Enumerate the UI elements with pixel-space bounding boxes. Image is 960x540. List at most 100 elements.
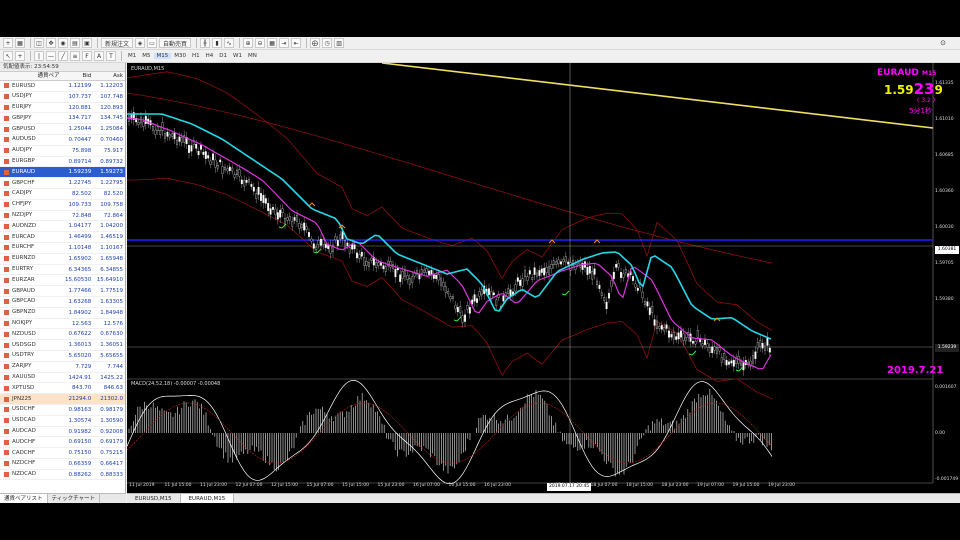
trendline-icon[interactable]: ╱	[58, 51, 68, 61]
market-watch-row[interactable]: USDTRY 5.65020 5.65655	[0, 351, 125, 362]
text-icon[interactable]: A	[94, 51, 104, 61]
market-watch-row[interactable]: GBPAUD 1.77466 1.77519	[0, 286, 125, 297]
new-order-button[interactable]: 新規注文	[101, 38, 134, 48]
bar-chart-icon[interactable]: ╫	[200, 38, 211, 48]
timeframe-d1[interactable]: D1	[216, 53, 230, 59]
market-watch-row[interactable]: EURGBP 0.89714 0.89732	[0, 157, 125, 168]
market-watch-row[interactable]: CADCHF 0.75150 0.75215	[0, 448, 125, 459]
candle-body	[190, 145, 193, 152]
tab-tick-chart[interactable]: ティックチャート	[48, 494, 101, 503]
periods-icon[interactable]: ◷	[322, 38, 333, 48]
candle-body	[166, 131, 169, 137]
bid-header[interactable]: Bid	[62, 72, 94, 80]
tab-euraud-m15[interactable]: EURAUD,M15	[180, 494, 235, 503]
profiles-icon[interactable]: ▦	[15, 38, 25, 48]
market-watch-row[interactable]: USDCAD 1.30574 1.30590	[0, 416, 125, 427]
zoom-in-icon[interactable]: ⊕	[243, 38, 254, 48]
market-watch-icon[interactable]: ◫	[34, 38, 44, 48]
chart-window[interactable]: EURAUD,M15 MACD(24,52,18) -0.00007 -0.00…	[127, 63, 960, 493]
market-watch-row[interactable]: GBPNZD 1.84902 1.84948	[0, 308, 125, 319]
timeframe-w1[interactable]: W1	[230, 53, 245, 59]
timeframe-m15[interactable]: M15	[153, 53, 172, 59]
candle-body	[624, 269, 627, 273]
market-watch-row[interactable]: XPTUSD 843.70 846.63	[0, 383, 125, 395]
market-watch-row[interactable]: NOKJPY 12.563 12.576	[0, 319, 125, 330]
new-chart-icon[interactable]: +	[3, 38, 13, 48]
market-watch-row[interactable]: EURAUD 1.59239 1.59273	[0, 167, 125, 179]
vertical-line-icon[interactable]: |	[34, 51, 44, 61]
market-watch-row[interactable]: EURJPY 120.881 120.893	[0, 103, 125, 114]
fibo-icon[interactable]: F	[82, 51, 92, 61]
tab-eurusd-m15[interactable]: EURUSD,M15	[127, 494, 181, 503]
candle-body	[286, 217, 289, 221]
indicators-icon[interactable]: ⨁	[310, 38, 321, 48]
market-watch-row[interactable]: GBPJPY 134.717 134.745	[0, 113, 125, 125]
print-icon[interactable]: ▭	[147, 38, 158, 48]
symbol-header[interactable]: 通貨ペア	[0, 72, 62, 80]
market-watch-row[interactable]: GBPUSD 1.25044 1.25084	[0, 124, 125, 135]
market-watch-row[interactable]: ZARJPY 7.729 7.744	[0, 362, 125, 373]
market-watch-row[interactable]: EURCAD 1.46499 1.46519	[0, 232, 125, 243]
market-watch-row[interactable]: GBPCAD 1.63268 1.63305	[0, 297, 125, 308]
market-watch-row[interactable]: AUDUSD 0.70447 0.70460	[0, 135, 125, 146]
candle-body	[706, 343, 709, 348]
candle-body	[353, 244, 356, 250]
navigator-icon[interactable]: ◉	[58, 38, 68, 48]
market-watch-row[interactable]: EURUSD 1.12199 1.12203	[0, 81, 125, 92]
line-chart-icon[interactable]: ∿	[224, 38, 235, 48]
market-watch-row[interactable]: EURZAR 15.60530 15.64910	[0, 275, 125, 287]
market-watch-row[interactable]: XAUUSD 1424.91 1425.22	[0, 373, 125, 384]
market-watch-row[interactable]: EURCHF 1.10148 1.10167	[0, 243, 125, 254]
terminal-icon[interactable]: ▤	[70, 38, 80, 48]
timeframe-m1[interactable]: M1	[125, 53, 139, 59]
timeframe-h1[interactable]: H1	[189, 53, 203, 59]
market-watch-row[interactable]: USDSGD 1.36013 1.36051	[0, 340, 125, 351]
horizontal-line-icon[interactable]: —	[46, 51, 56, 61]
data-window-icon[interactable]: ✥	[46, 38, 56, 48]
chart-shift-icon[interactable]: ⇤	[291, 38, 302, 48]
market-watch-row[interactable]: NZDUSD 0.67622 0.67630	[0, 329, 125, 341]
channel-icon[interactable]: ≡	[70, 51, 80, 61]
ask-header[interactable]: Ask	[93, 72, 125, 80]
templates-icon[interactable]: ▥	[334, 38, 345, 48]
cursor-icon[interactable]: ↖	[3, 51, 13, 61]
timeframe-h4[interactable]: H4	[203, 53, 217, 59]
market-watch-row[interactable]: AUDJPY 75.898 75.917	[0, 146, 125, 157]
timeframe-m30[interactable]: M30	[171, 53, 189, 59]
market-watch-row[interactable]: CHFJPY 109.733 109.758	[0, 200, 125, 211]
symbol-icon	[4, 245, 9, 251]
ask-cell: 0.92008	[100, 428, 123, 435]
candle-body	[555, 261, 558, 265]
close-chart-icon[interactable]: ⊙	[940, 39, 946, 47]
market-watch-row[interactable]: CADJPY 82.502 82.520	[0, 189, 125, 200]
market-watch-row[interactable]: JPN225 21294.0 21302.0	[0, 394, 125, 405]
auto-trade-button[interactable]: 自動売買	[159, 38, 192, 48]
market-watch-row[interactable]: USDCHF 0.98163 0.98179	[0, 405, 125, 416]
tile-icon[interactable]: ▦	[267, 38, 278, 48]
price-chart[interactable]	[127, 63, 960, 493]
timeframe-m5[interactable]: M5	[139, 53, 153, 59]
candle-chart-icon[interactable]: ▮	[212, 38, 223, 48]
market-watch-row[interactable]: NZDJPY 72.848 72.864	[0, 211, 125, 222]
metaeditor-icon[interactable]: ◈	[135, 38, 146, 48]
tester-icon[interactable]: ▣	[82, 38, 92, 48]
market-watch-row[interactable]: USDJPY 107.737 107.748	[0, 92, 125, 103]
time-tick: 11 Jul 2019	[129, 483, 155, 488]
market-watch-row[interactable]: GBPCHF 1.22745 1.22795	[0, 178, 125, 189]
candle-body	[615, 264, 618, 268]
market-watch-row[interactable]: AUDCHF 0.69150 0.69179	[0, 437, 125, 449]
market-watch-row[interactable]: NZDCHF 0.66359 0.66417	[0, 459, 125, 470]
market-watch-row[interactable]: EURNZD 1.65902 1.65948	[0, 254, 125, 265]
label-icon[interactable]: T	[106, 51, 116, 61]
mt4-window: + ▦ ◫ ✥ ◉ ▤ ▣ 新規注文 ◈ ▭ 自動売買 ╫ ▮ ∿ ⊕ ⊖ ▦ …	[0, 37, 960, 503]
timeframe-mn[interactable]: MN	[245, 53, 260, 59]
market-watch-row[interactable]: EURTRY 6.34365 6.34855	[0, 265, 125, 276]
crosshair-icon[interactable]: +	[15, 51, 25, 61]
market-watch-row[interactable]: AUDNZD 1.04177 1.04200	[0, 221, 125, 233]
autoscroll-icon[interactable]: ⇥	[279, 38, 290, 48]
tab-symbols[interactable]: 通貨ペアリスト	[0, 494, 48, 503]
market-watch-row[interactable]: AUDCAD 0.91982 0.92008	[0, 427, 125, 438]
candle-body	[262, 194, 265, 204]
market-watch-row[interactable]: NZDCAD 0.88262 0.88333	[0, 470, 125, 481]
zoom-out-icon[interactable]: ⊖	[255, 38, 266, 48]
